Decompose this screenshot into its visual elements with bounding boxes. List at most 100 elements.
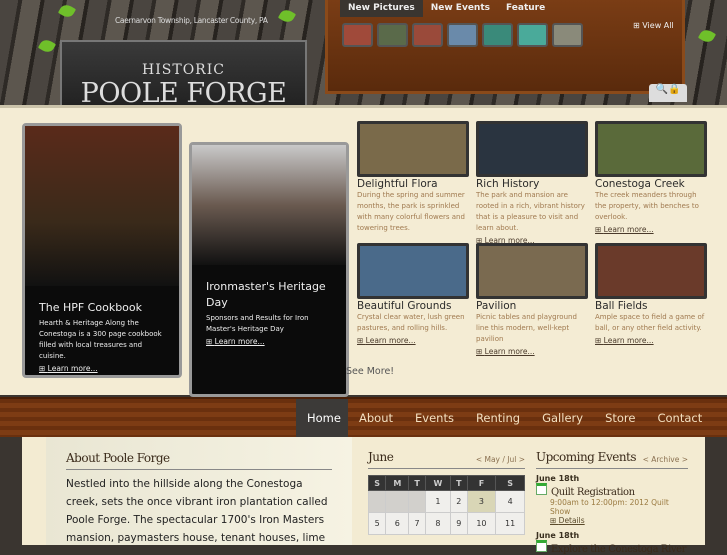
tab-feature[interactable]: Feature	[498, 0, 553, 17]
thumbnail[interactable]	[552, 23, 583, 47]
featured-ironmaster[interactable]: Ironmaster's Heritage Day Sponsors and R…	[189, 142, 349, 397]
card-text: Crystal clear water, lush green pastures…	[357, 313, 465, 332]
divider	[66, 469, 332, 470]
learn-more-link[interactable]: ⊞ Learn more...	[476, 347, 588, 356]
feature-card[interactable]: Pavilion Picnic tables and playground lin…	[476, 243, 588, 356]
calendar: < May / Jul > June S M T W T F S 1 2 3 4 5 6 7 8 9 10 11	[367, 450, 525, 535]
thumbnail[interactable]	[342, 23, 373, 47]
upcoming-events: < Archive > Upcoming Events June 18th Qu…	[536, 450, 688, 555]
thumbnail[interactable]	[482, 23, 513, 47]
calendar-day	[367, 490, 387, 513]
nav-gallery[interactable]: Gallery	[531, 399, 594, 439]
calendar-day[interactable]: 11	[495, 512, 525, 535]
calendar-day[interactable]: 3	[466, 490, 497, 513]
featured-cookbook[interactable]: The HPF Cookbook Hearth & Heritage Along…	[22, 123, 182, 378]
weekday-header: W	[424, 475, 452, 491]
card-image	[357, 121, 469, 177]
card-title: Ball Fields	[595, 300, 648, 312]
calendar-day[interactable]: 7	[408, 512, 426, 535]
divider	[368, 468, 525, 469]
card-title: Beautiful Grounds	[357, 300, 452, 312]
event-name[interactable]: Explore the Conestoga River	[536, 540, 688, 555]
thumbnail[interactable]	[447, 23, 478, 47]
see-more-link[interactable]: See More!	[346, 366, 394, 377]
event-date: June 18th	[536, 474, 580, 483]
featured-text: Sponsors and Results for Iron Master's H…	[206, 314, 309, 333]
picture-thumbnails	[342, 23, 583, 47]
calendar-day[interactable]: 1	[424, 490, 452, 513]
view-all-link[interactable]: ⊞ View All	[633, 21, 674, 30]
learn-more-link[interactable]: ⊞ Learn more...	[39, 364, 165, 373]
header-tools: 🔍🔒	[649, 84, 687, 102]
card-text: The creek meanders through the property,…	[595, 191, 699, 221]
calendar-day	[385, 490, 410, 513]
card-image	[476, 243, 588, 299]
calendar-day[interactable]: 4	[495, 490, 525, 513]
archive-link[interactable]: < Archive >	[643, 455, 688, 464]
lock-icon[interactable]: 🔒	[668, 84, 680, 95]
search-icon[interactable]: 🔍	[656, 84, 668, 95]
mansion-image	[192, 145, 346, 265]
thumbnail[interactable]	[412, 23, 443, 47]
learn-more-link[interactable]: ⊞ Learn more...	[595, 225, 707, 234]
tab-new-events[interactable]: New Events	[423, 0, 498, 17]
details-link[interactable]: ⊞ Details	[550, 516, 688, 525]
calendar-grid: S M T W T F S 1 2 3 4 5 6 7 8 9 10 11	[367, 475, 525, 535]
card-text: During the spring and summer months, the…	[357, 191, 465, 232]
card-text: Ample space to field a game of ball, or …	[595, 313, 705, 332]
feature-card[interactable]: Ball Fields Ample space to field a game o…	[595, 243, 707, 345]
weekday-header: S	[495, 475, 525, 491]
calendar-day[interactable]: 8	[424, 512, 452, 535]
card-image	[595, 243, 707, 299]
event-info: 9:00am to 12:00pm: 2012 Quilt Show	[550, 498, 669, 516]
nav-store[interactable]: Store	[594, 399, 646, 439]
main-nav: Home About Events Renting Gallery Store …	[0, 397, 727, 439]
view-all-label: View All	[642, 21, 674, 30]
feature-card[interactable]: Rich History The park and mansion are roo…	[476, 121, 588, 245]
calendar-day[interactable]: 2	[450, 490, 468, 513]
weekday-header: T	[450, 475, 468, 491]
logo-top: HISTORIC	[142, 62, 225, 78]
weekday-header: F	[466, 475, 497, 491]
month-nav[interactable]: < May / Jul >	[476, 455, 525, 464]
about-section: About Poole Forge Nestled into the hills…	[46, 437, 352, 545]
thumbnail[interactable]	[517, 23, 548, 47]
card-title: Pavilion	[476, 300, 517, 312]
featured-title: Ironmaster's Heritage Day	[206, 280, 326, 309]
cookbook-image	[25, 126, 179, 286]
nav-about[interactable]: About	[348, 399, 404, 439]
featured-text: Hearth & Heritage Along the Conestoga is…	[39, 319, 162, 360]
weekday-header: T	[408, 475, 426, 491]
feature-card[interactable]: Delightful Flora During the spring and su…	[357, 121, 469, 234]
card-text: The park and mansion are rooted in a ric…	[476, 191, 585, 232]
event-name[interactable]: Quilt Registration	[536, 483, 688, 498]
nav-contact[interactable]: Contact	[646, 399, 713, 439]
card-title: Conestoga Creek	[595, 178, 685, 190]
featured-title: The HPF Cookbook	[39, 301, 143, 314]
tagline: Caernarvon Township, Lancaster County, P…	[115, 16, 268, 25]
calendar-day[interactable]: 5	[367, 512, 387, 535]
about-text: Nestled into the hillside along the Cone…	[66, 478, 328, 544]
tab-new-pictures[interactable]: New Pictures	[340, 0, 423, 17]
learn-more-link[interactable]: ⊞ Learn more...	[595, 336, 707, 345]
weekday-header: M	[385, 475, 410, 491]
card-title: Delightful Flora	[357, 178, 438, 190]
calendar-day[interactable]: 9	[450, 512, 468, 535]
weekday-header: S	[367, 475, 387, 491]
thumbnail[interactable]	[377, 23, 408, 47]
card-image	[357, 243, 469, 299]
learn-more-link[interactable]: ⊞ Learn more...	[357, 336, 469, 345]
learn-more-link[interactable]: ⊞ Learn more...	[206, 337, 332, 346]
calendar-day[interactable]: 6	[385, 512, 410, 535]
nav-renting[interactable]: Renting	[465, 399, 531, 439]
nav-events[interactable]: Events	[404, 399, 465, 439]
media-tabs: New Pictures New Events Feature	[340, 0, 553, 17]
about-title: About Poole Forge	[66, 451, 170, 465]
calendar-day	[408, 490, 426, 513]
feature-card[interactable]: Beautiful Grounds Crystal clear water, lu…	[357, 243, 469, 345]
nav-home[interactable]: Home	[296, 399, 348, 439]
card-text: Picnic tables and playground line this m…	[476, 313, 577, 343]
feature-card[interactable]: Conestoga Creek The creek meanders throug…	[595, 121, 707, 234]
calendar-day[interactable]: 10	[466, 512, 497, 535]
divider	[536, 468, 688, 469]
